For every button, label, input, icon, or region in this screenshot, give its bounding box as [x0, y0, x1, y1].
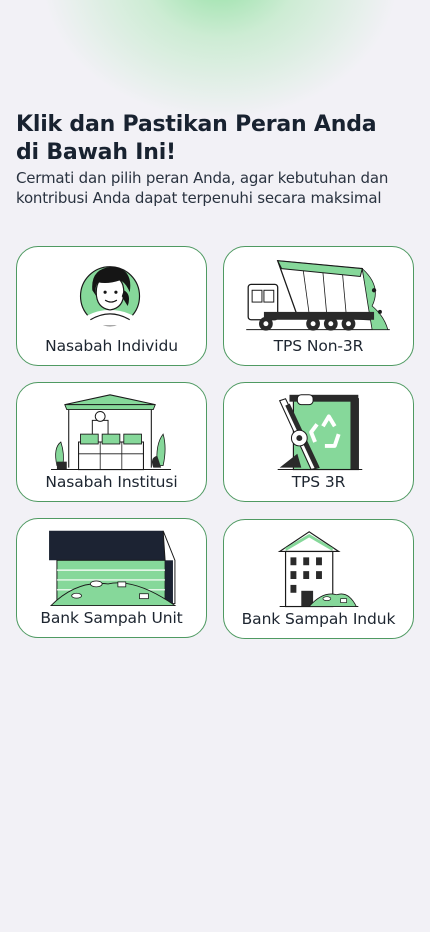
page-subtitle-line-1: Cermati dan pilih peran Anda, agar kebut…	[16, 169, 389, 187]
page-header: Klik dan Pastikan Peran Anda di Bawah In…	[16, 111, 414, 208]
role-card-nasabah-individu[interactable]: Nasabah Individu	[16, 246, 207, 366]
role-card-bank-sampah-induk[interactable]: Bank Sampah Induk	[223, 519, 414, 639]
role-card-label: Nasabah Individu	[45, 337, 178, 355]
page-title: Klik dan Pastikan Peran Anda di Bawah In…	[16, 111, 414, 167]
role-card-nasabah-institusi[interactable]: Nasabah Institusi	[16, 382, 207, 502]
page-title-line-2: di Bawah Ini!	[16, 140, 176, 165]
role-card-label: Nasabah Institusi	[45, 473, 178, 491]
role-card-tps-3r[interactable]: TPS 3R	[223, 382, 414, 502]
role-card-bank-sampah-unit[interactable]: Bank Sampah Unit	[16, 518, 207, 638]
background-glow	[40, 0, 400, 120]
role-card-label: TPS 3R	[291, 473, 346, 491]
role-card-tps-non-3r[interactable]: TPS Non-3R	[223, 246, 414, 366]
role-card-label: Bank Sampah Induk	[241, 610, 396, 628]
role-card-label: TPS Non-3R	[273, 337, 364, 355]
page-subtitle-line-2: kontribusi Anda dapat terpenuhi secara m…	[16, 189, 382, 207]
role-card-label: Bank Sampah Unit	[40, 609, 183, 627]
role-selection-screen: Klik dan Pastikan Peran Anda di Bawah In…	[0, 0, 430, 932]
page-title-line-1: Klik dan Pastikan Peran Anda	[16, 112, 377, 137]
page-subtitle: Cermati dan pilih peran Anda, agar kebut…	[16, 168, 414, 208]
